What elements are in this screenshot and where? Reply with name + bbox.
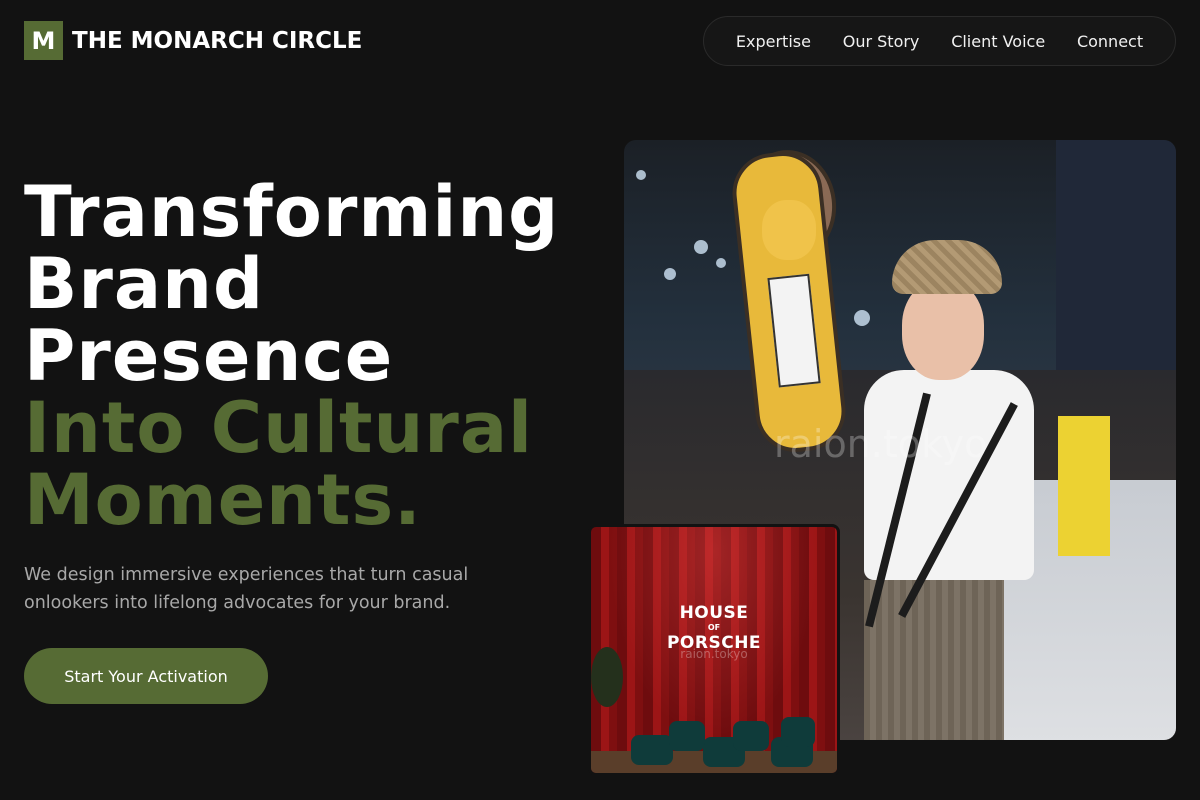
photo-watermark: raion.tokyo [680, 647, 748, 661]
nav-our-story[interactable]: Our Story [843, 32, 920, 51]
nav-client-voice[interactable]: Client Voice [951, 32, 1045, 51]
sign-line: OF [707, 623, 721, 633]
main-nav: Expertise Our Story Client Voice Connect [703, 16, 1176, 66]
brand-logo[interactable]: M THE MONARCH CIRCLE [24, 21, 362, 60]
logo-mark: M [24, 21, 63, 60]
headline-line-accent: Into Cultural [24, 387, 534, 469]
nav-connect[interactable]: Connect [1077, 32, 1143, 51]
headline-line: Transforming [24, 171, 560, 253]
hero-headline: Transforming Brand Presence Into Cultura… [24, 176, 559, 536]
hero-secondary-photo: HOUSE OF PORSCHE raion.tokyo [588, 524, 840, 776]
headline-line: Brand [24, 243, 265, 325]
start-activation-button[interactable]: Start Your Activation [24, 648, 268, 704]
hero-subtitle: We design immersive experiences that tur… [24, 565, 469, 613]
photo-watermark: raion.tokyo [774, 422, 988, 466]
headline-line: Presence [24, 315, 394, 397]
brand-name: THE MONARCH CIRCLE [72, 27, 363, 54]
house-of-porsche-sign: HOUSE OF PORSCHE [591, 603, 837, 653]
sign-line: HOUSE [679, 603, 749, 623]
headline-line-accent: Moments. [24, 459, 422, 541]
nav-expertise[interactable]: Expertise [736, 32, 811, 51]
